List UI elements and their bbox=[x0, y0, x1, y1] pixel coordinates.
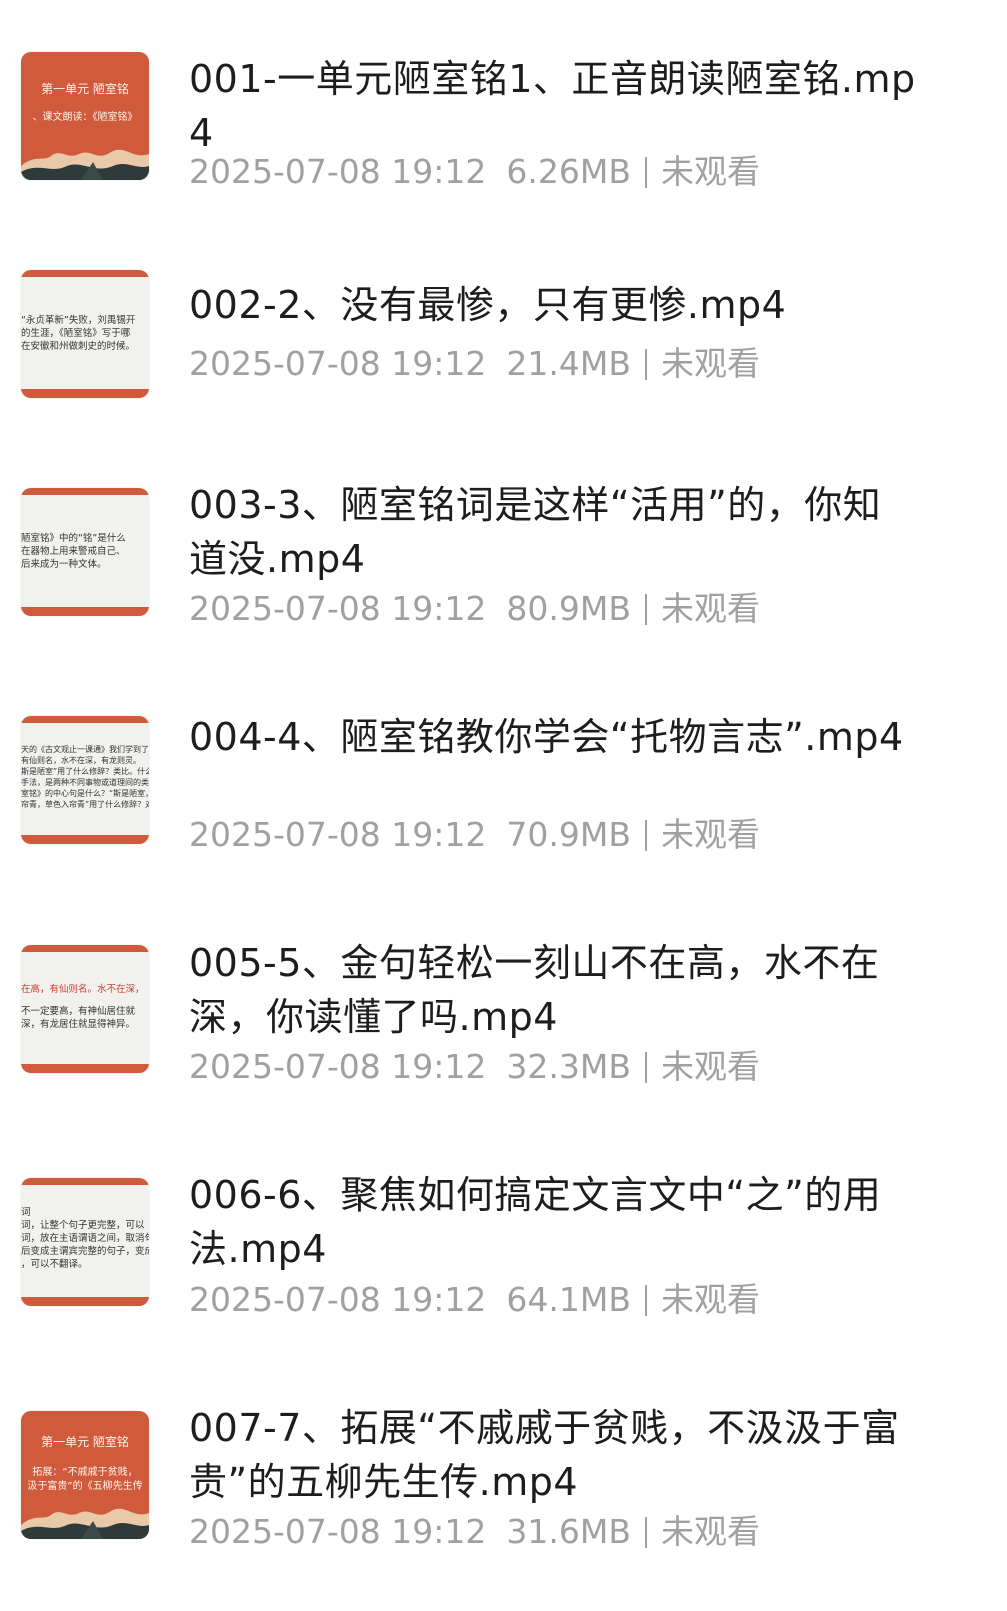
file-title[interactable]: 003-3、陋室铭词是这样“活用”的，你知道没.mp4 bbox=[189, 478, 919, 586]
watch-status: 未观看 bbox=[660, 1280, 760, 1319]
file-meta: 2025-07-08 19:12 32.3MB 未观看 bbox=[189, 1047, 760, 1087]
mountain-decoration-icon bbox=[21, 149, 149, 180]
watch-status: 未观看 bbox=[660, 152, 760, 191]
file-item[interactable]: “永贞革新”失败，刘禹锡开 的生涯，《陋室铭》写于哪 在安徽和州做刺史的时候。 … bbox=[0, 270, 1007, 470]
thumbnail-band bbox=[21, 389, 149, 398]
thumbnail-band bbox=[21, 270, 149, 277]
video-thumbnail[interactable]: 第一单元 陋室铭 拓展：“不戚戚于贫贱， 汲于富贵”的《五柳先生传 bbox=[21, 1411, 149, 1539]
meta-divider bbox=[644, 1285, 647, 1316]
meta-divider bbox=[644, 1052, 647, 1083]
meta-divider bbox=[644, 1517, 647, 1548]
meta-divider bbox=[644, 594, 647, 625]
thumbnail-text: “永贞革新”失败，刘禹锡开 的生涯，《陋室铭》写于哪 在安徽和州做刺史的时候。 bbox=[21, 315, 136, 352]
file-date: 2025-07-08 19:12 bbox=[189, 589, 487, 628]
video-thumbnail[interactable]: 陋室铭》中的“铭”是什么 在器物上用来警戒自己、 后来成为一种文体。 bbox=[21, 488, 149, 616]
thumbnail-text: 在高，有仙则名。水不在深， 不一定要高，有神仙居住就 深，有龙居住就显得神异。 bbox=[21, 984, 145, 1030]
watch-status: 未观看 bbox=[660, 344, 760, 383]
thumbnail-band bbox=[21, 488, 149, 495]
thumbnail-caption: 第一单元 陋室铭 bbox=[41, 1435, 129, 1449]
file-meta: 2025-07-08 19:12 31.6MB 未观看 bbox=[189, 1512, 760, 1552]
file-item[interactable]: 第一单元 陋室铭 拓展：“不戚戚于贫贱， 汲于富贵”的《五柳先生传 007-7、… bbox=[0, 1406, 1007, 1611]
file-meta: 2025-07-08 19:12 21.4MB 未观看 bbox=[189, 344, 760, 384]
file-title[interactable]: 006-6、聚焦如何搞定文言文中“之”的用法.mp4 bbox=[189, 1168, 919, 1276]
thumbnail-caption: 第一单元 陋室铭 bbox=[41, 82, 129, 96]
watch-status: 未观看 bbox=[660, 1512, 760, 1551]
file-item[interactable]: 词 词，让整个句子更完整，可以 词，放在主语谓语之间，取消句 后变成主谓宾完整的… bbox=[0, 1173, 1007, 1378]
thumbnail-caption: 汲于富贵”的《五柳先生传 bbox=[27, 1481, 143, 1492]
mountain-decoration-icon bbox=[21, 1508, 149, 1539]
file-date: 2025-07-08 19:12 bbox=[189, 1512, 487, 1551]
file-item[interactable]: 第一单元 陋室铭 、课文朗读：《陋室铭》 001-一单元陋室铭1、正音朗读陋室铭… bbox=[0, 52, 1007, 252]
file-list: 第一单元 陋室铭 、课文朗读：《陋室铭》 001-一单元陋室铭1、正音朗读陋室铭… bbox=[0, 0, 1007, 1604]
file-size: 80.9MB bbox=[506, 589, 631, 628]
video-thumbnail[interactable]: 词 词，让整个句子更完整，可以 词，放在主语谓语之间，取消句 后变成主谓宾完整的… bbox=[21, 1178, 149, 1306]
file-size: 64.1MB bbox=[506, 1280, 631, 1319]
file-title[interactable]: 002-2、没有最惨，只有更惨.mp4 bbox=[189, 278, 919, 332]
watch-status: 未观看 bbox=[660, 815, 760, 854]
file-size: 21.4MB bbox=[506, 344, 631, 383]
thumbnail-band bbox=[21, 1297, 149, 1306]
thumbnail-text: 陋室铭》中的“铭”是什么 在器物上用来警戒自己、 后来成为一种文体。 bbox=[21, 533, 126, 570]
file-item[interactable]: 天的《古文观止一课通》我们学到了这 有仙则名，水不在深，有龙则灵。 斯是陋室”用… bbox=[0, 715, 1007, 916]
file-size: 70.9MB bbox=[506, 815, 631, 854]
file-date: 2025-07-08 19:12 bbox=[189, 1280, 487, 1319]
video-thumbnail[interactable]: “永贞革新”失败，刘禹锡开 的生涯，《陋室铭》写于哪 在安徽和州做刺史的时候。 bbox=[21, 270, 149, 398]
thumbnail-band bbox=[21, 1064, 149, 1073]
thumbnail-band bbox=[21, 835, 149, 844]
file-date: 2025-07-08 19:12 bbox=[189, 1047, 487, 1086]
file-size: 32.3MB bbox=[506, 1047, 631, 1086]
file-meta: 2025-07-08 19:12 6.26MB 未观看 bbox=[189, 152, 760, 192]
video-thumbnail[interactable]: 在高，有仙则名。水不在深， 不一定要高，有神仙居住就 深，有龙居住就显得神异。 bbox=[21, 945, 149, 1073]
file-meta: 2025-07-08 19:12 80.9MB 未观看 bbox=[189, 589, 760, 629]
file-title[interactable]: 004-4、陋室铭教你学会“托物言志”.mp4 bbox=[189, 710, 919, 764]
meta-divider bbox=[644, 349, 647, 380]
file-date: 2025-07-08 19:12 bbox=[189, 815, 487, 854]
watch-status: 未观看 bbox=[660, 589, 760, 628]
file-title[interactable]: 001-一单元陋室铭1、正音朗读陋室铭.mp4 bbox=[189, 52, 919, 160]
thumbnail-text: 词 词，让整个句子更完整，可以 词，放在主语谓语之间，取消句 后变成主谓宾完整的… bbox=[21, 1207, 149, 1270]
file-item[interactable]: 陋室铭》中的“铭”是什么 在器物上用来警戒自己、 后来成为一种文体。 003-3… bbox=[0, 483, 1007, 688]
thumbnail-band bbox=[21, 716, 149, 723]
file-item[interactable]: 在高，有仙则名。水不在深， 不一定要高，有神仙居住就 深，有龙居住就显得神异。 … bbox=[0, 941, 1007, 1145]
thumbnail-caption: 、课文朗读：《陋室铭》 bbox=[32, 112, 138, 123]
thumbnail-band bbox=[21, 607, 149, 616]
file-date: 2025-07-08 19:12 bbox=[189, 152, 487, 191]
video-thumbnail[interactable]: 第一单元 陋室铭 、课文朗读：《陋室铭》 bbox=[21, 52, 149, 180]
meta-divider bbox=[644, 157, 647, 188]
file-meta: 2025-07-08 19:12 64.1MB 未观看 bbox=[189, 1280, 760, 1320]
file-size: 31.6MB bbox=[506, 1512, 631, 1551]
thumbnail-caption: 拓展：“不戚戚于贫贱， bbox=[32, 1467, 138, 1478]
file-date: 2025-07-08 19:12 bbox=[189, 344, 487, 383]
watch-status: 未观看 bbox=[660, 1047, 760, 1086]
file-title[interactable]: 007-7、拓展“不戚戚于贫贱，不汲汲于富贵”的五柳先生传.mp4 bbox=[189, 1401, 919, 1509]
thumbnail-band bbox=[21, 945, 149, 952]
file-size: 6.26MB bbox=[506, 152, 631, 191]
thumbnail-text: 天的《古文观止一课通》我们学到了这 有仙则名，水不在深，有龙则灵。 斯是陋室”用… bbox=[21, 745, 149, 809]
meta-divider bbox=[644, 820, 647, 851]
file-title[interactable]: 005-5、金句轻松一刻山不在高，水不在深，你读懂了吗.mp4 bbox=[189, 936, 919, 1044]
video-thumbnail[interactable]: 天的《古文观止一课通》我们学到了这 有仙则名，水不在深，有龙则灵。 斯是陋室”用… bbox=[21, 716, 149, 844]
file-meta: 2025-07-08 19:12 70.9MB 未观看 bbox=[189, 815, 760, 855]
thumbnail-band bbox=[21, 1178, 149, 1185]
